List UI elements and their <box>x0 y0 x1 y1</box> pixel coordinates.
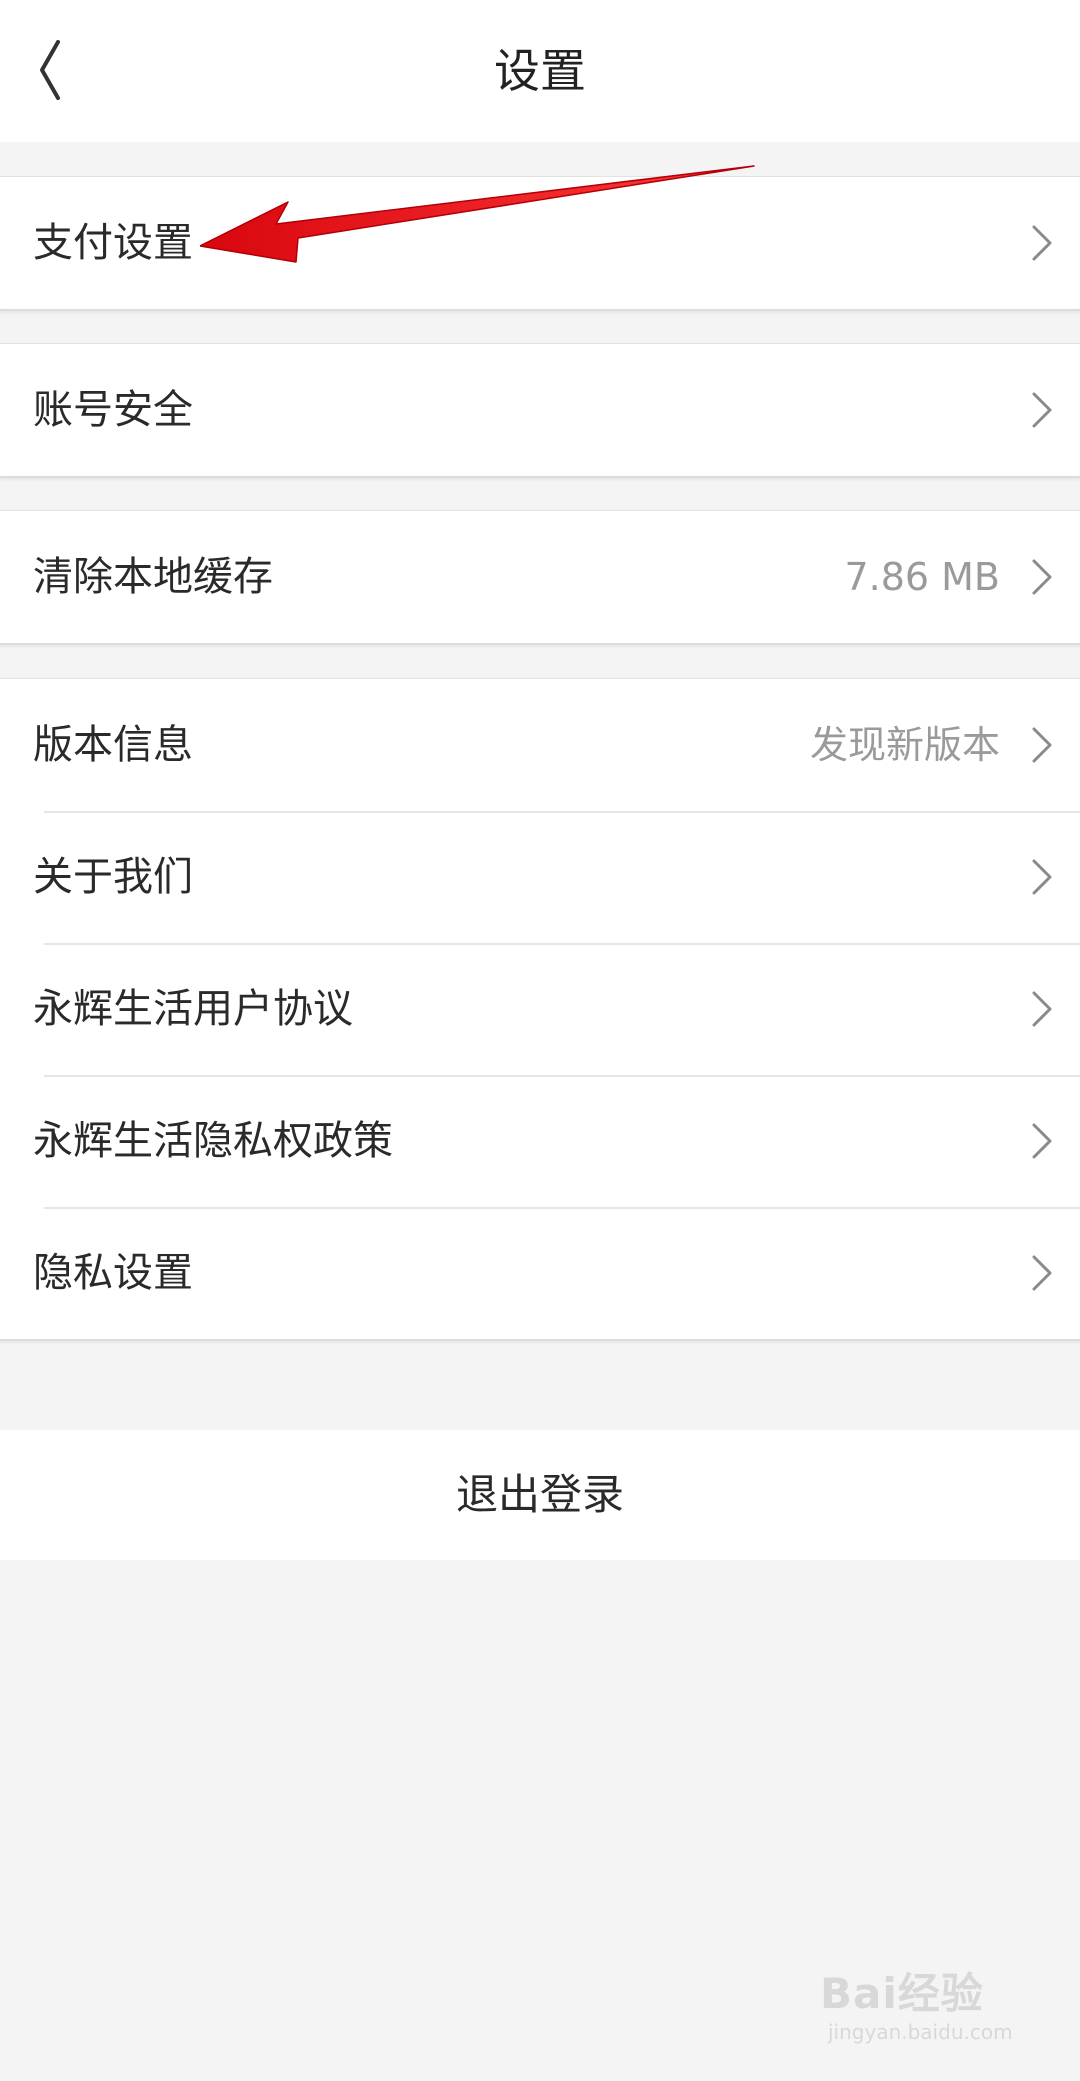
clear-cache-label: 清除本地缓存 <box>33 554 273 600</box>
cache-size-value: 7.86 MB <box>844 555 1000 599</box>
chevron-right-icon <box>1032 1123 1052 1159</box>
page-title: 设置 <box>494 44 586 98</box>
chevron-right-icon <box>1032 991 1052 1027</box>
account-security-item[interactable]: 账号安全 <box>0 344 1080 476</box>
header-bar: 设置 <box>0 0 1080 142</box>
annotation-arrow-icon <box>200 165 755 263</box>
watermark: Bai经验 jingyan.baidu.com <box>820 1960 1070 2070</box>
chevron-right-icon <box>1032 859 1052 895</box>
logout-button[interactable]: 退出登录 <box>0 1430 1080 1560</box>
user-agreement-label: 永辉生活用户协议 <box>33 986 353 1032</box>
payment-settings-label: 支付设置 <box>33 220 193 266</box>
version-info-item[interactable]: 版本信息 发现新版本 <box>0 679 1080 811</box>
privacy-settings-item[interactable]: 隐私设置 <box>0 1207 1080 1339</box>
new-version-hint: 发现新版本 <box>809 723 1000 767</box>
chevron-right-icon <box>1032 225 1052 261</box>
version-info-label: 版本信息 <box>33 722 193 768</box>
section-cache: 清除本地缓存 7.86 MB <box>0 510 1080 645</box>
chevron-left-icon <box>40 40 60 100</box>
account-security-label: 账号安全 <box>33 387 193 433</box>
about-us-item[interactable]: 关于我们 <box>0 811 1080 943</box>
chevron-right-icon <box>1032 392 1052 428</box>
user-agreement-item[interactable]: 永辉生活用户协议 <box>0 943 1080 1075</box>
watermark-url: jingyan.baidu.com <box>828 2020 1013 2044</box>
chevron-right-icon <box>1032 559 1052 595</box>
about-us-label: 关于我们 <box>33 854 193 900</box>
watermark-brand: Bai经验 <box>820 1969 984 2018</box>
back-button[interactable] <box>28 30 108 110</box>
section-account: 账号安全 <box>0 343 1080 478</box>
clear-cache-item[interactable]: 清除本地缓存 7.86 MB <box>0 511 1080 643</box>
privacy-settings-label: 隐私设置 <box>33 1250 193 1296</box>
privacy-policy-item[interactable]: 永辉生活隐私权政策 <box>0 1075 1080 1207</box>
chevron-right-icon <box>1032 727 1052 763</box>
chevron-right-icon <box>1032 1255 1052 1291</box>
section-about: 版本信息 发现新版本 关于我们 永辉生活用户协议 永辉生活隐私权政策 隐私设置 <box>0 678 1080 1341</box>
privacy-policy-label: 永辉生活隐私权政策 <box>33 1118 393 1164</box>
